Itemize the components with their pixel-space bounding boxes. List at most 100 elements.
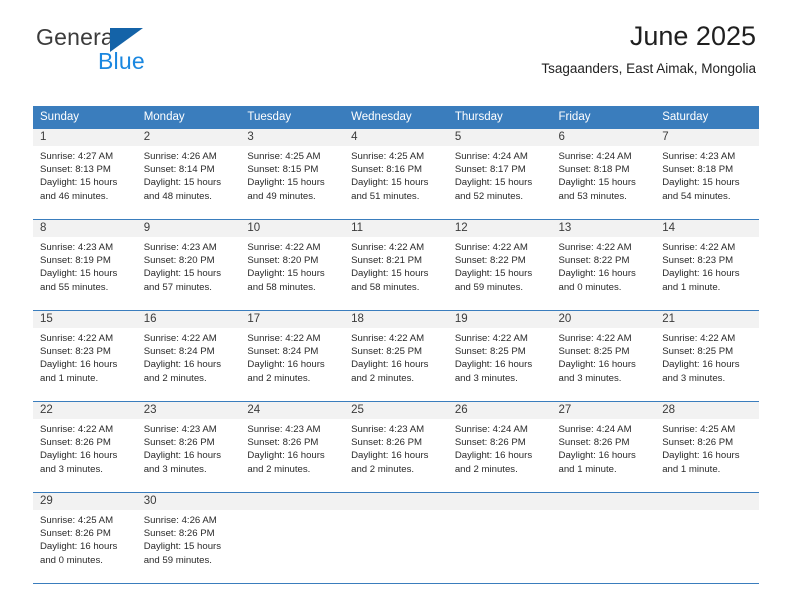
calendar-day-cell[interactable]: 20 Sunrise: 4:22 AM Sunset: 8:25 PM Dayl… — [551, 310, 656, 402]
daylight-text-line1: Daylight: 16 hours — [40, 359, 118, 371]
sunrise-text: Sunrise: 4:24 AM — [558, 151, 632, 162]
day-details: Sunrise: 4:22 AM Sunset: 8:24 PM Dayligh… — [240, 328, 344, 385]
sunrise-text: Sunrise: 4:22 AM — [454, 333, 528, 344]
calendar-day-cell[interactable]: 3 Sunrise: 4:25 AM Sunset: 8:15 PM Dayli… — [240, 128, 345, 220]
calendar-day-cell[interactable]: 14 Sunrise: 4:22 AM Sunset: 8:23 PM Dayl… — [655, 219, 759, 311]
day-number: 5 — [447, 129, 552, 146]
calendar-day-cell[interactable]: 26 Sunrise: 4:24 AM Sunset: 8:26 PM Dayl… — [447, 401, 552, 493]
calendar-day-cell[interactable]: 9 Sunrise: 4:23 AM Sunset: 8:20 PM Dayli… — [136, 219, 241, 311]
sunrise-text: Sunrise: 4:26 AM — [143, 515, 217, 526]
calendar-day-cell[interactable]: 2 Sunrise: 4:26 AM Sunset: 8:14 PM Dayli… — [136, 128, 241, 220]
calendar-day-cell[interactable]: 11 Sunrise: 4:22 AM Sunset: 8:21 PM Dayl… — [344, 219, 448, 311]
day-details: Sunrise: 4:22 AM Sunset: 8:22 PM Dayligh… — [448, 237, 552, 294]
sunset-text: Sunset: 8:24 PM — [247, 346, 319, 358]
daylight-text-line2: and 3 minutes. — [662, 372, 726, 384]
calendar-day-cell[interactable]: 21 Sunrise: 4:22 AM Sunset: 8:25 PM Dayl… — [655, 310, 759, 402]
sunrise-text: Sunrise: 4:26 AM — [143, 151, 217, 162]
calendar-day-cell[interactable]: 8 Sunrise: 4:23 AM Sunset: 8:19 PM Dayli… — [33, 219, 137, 311]
sunrise-text: Sunrise: 4:22 AM — [351, 333, 425, 344]
sunset-text: Sunset: 8:14 PM — [143, 164, 215, 176]
weekday-header-sunday: Sunday — [33, 106, 137, 129]
sunrise-text: Sunrise: 4:25 AM — [40, 515, 114, 526]
calendar-day-cell[interactable]: 29 Sunrise: 4:25 AM Sunset: 8:26 PM Dayl… — [33, 492, 137, 584]
sunrise-text: Sunrise: 4:25 AM — [247, 151, 321, 162]
calendar-week-row: 8 Sunrise: 4:23 AM Sunset: 8:19 PM Dayli… — [33, 219, 759, 311]
sunrise-text: Sunrise: 4:24 AM — [454, 151, 528, 162]
calendar-day-cell[interactable]: 22 Sunrise: 4:22 AM Sunset: 8:26 PM Dayl… — [33, 401, 137, 493]
calendar-day-cell[interactable]: 5 Sunrise: 4:24 AM Sunset: 8:17 PM Dayli… — [447, 128, 552, 220]
calendar-day-cell[interactable]: 7 Sunrise: 4:23 AM Sunset: 8:18 PM Dayli… — [655, 128, 759, 220]
day-details: Sunrise: 4:24 AM Sunset: 8:18 PM Dayligh… — [552, 146, 656, 203]
daylight-text-line2: and 51 minutes. — [351, 190, 420, 202]
calendar-day-cell[interactable]: 17 Sunrise: 4:22 AM Sunset: 8:24 PM Dayl… — [240, 310, 345, 402]
weekday-header-row: Sunday Monday Tuesday Wednesday Thursday… — [33, 106, 759, 129]
sunset-text: Sunset: 8:21 PM — [351, 255, 423, 267]
calendar-day-cell[interactable]: 23 Sunrise: 4:23 AM Sunset: 8:26 PM Dayl… — [136, 401, 241, 493]
daylight-text-line1: Daylight: 16 hours — [40, 450, 118, 462]
sunset-text: Sunset: 8:25 PM — [351, 346, 423, 358]
daylight-text-line1: Daylight: 15 hours — [247, 268, 325, 280]
daylight-text-line1: Daylight: 15 hours — [454, 177, 533, 189]
sunset-text: Sunset: 8:24 PM — [143, 346, 215, 358]
sunrise-text: Sunrise: 4:22 AM — [558, 242, 632, 253]
calendar-day-cell[interactable]: 10 Sunrise: 4:22 AM Sunset: 8:20 PM Dayl… — [240, 219, 345, 311]
page-subtitle: Tsagaanders, East Aimak, Mongolia — [541, 60, 756, 76]
sunrise-text: Sunrise: 4:23 AM — [143, 242, 217, 253]
day-number: 9 — [136, 220, 241, 237]
daylight-text-line2: and 0 minutes. — [40, 554, 103, 566]
sunrise-text: Sunrise: 4:22 AM — [40, 333, 114, 344]
sunset-text: Sunset: 8:18 PM — [558, 164, 630, 176]
calendar-day-cell[interactable]: 19 Sunrise: 4:22 AM Sunset: 8:25 PM Dayl… — [447, 310, 552, 402]
day-details: Sunrise: 4:22 AM Sunset: 8:23 PM Dayligh… — [33, 328, 137, 385]
day-number: 28 — [655, 402, 759, 419]
calendar-day-cell[interactable]: 15 Sunrise: 4:22 AM Sunset: 8:23 PM Dayl… — [33, 310, 137, 402]
daylight-text-line2: and 2 minutes. — [247, 372, 311, 384]
sunset-text: Sunset: 8:26 PM — [558, 437, 630, 449]
calendar-day-cell[interactable]: 1 Sunrise: 4:27 AM Sunset: 8:13 PM Dayli… — [33, 128, 137, 220]
daylight-text-line2: and 46 minutes. — [40, 190, 109, 202]
calendar-week-row: 1 Sunrise: 4:27 AM Sunset: 8:13 PM Dayli… — [33, 128, 759, 220]
day-number: 10 — [240, 220, 345, 237]
day-number: 14 — [655, 220, 759, 237]
day-number — [240, 493, 345, 510]
day-details: Sunrise: 4:24 AM Sunset: 8:26 PM Dayligh… — [552, 419, 656, 476]
sunrise-text: Sunrise: 4:25 AM — [351, 151, 425, 162]
day-number: 25 — [344, 402, 448, 419]
sunset-text: Sunset: 8:26 PM — [351, 437, 423, 449]
calendar-day-cell[interactable]: 4 Sunrise: 4:25 AM Sunset: 8:16 PM Dayli… — [344, 128, 448, 220]
day-number — [447, 493, 552, 510]
day-details: Sunrise: 4:22 AM Sunset: 8:23 PM Dayligh… — [655, 237, 759, 294]
sunrise-text: Sunrise: 4:22 AM — [662, 333, 736, 344]
weekday-header-thursday: Thursday — [447, 106, 552, 129]
calendar-day-cell[interactable]: 24 Sunrise: 4:23 AM Sunset: 8:26 PM Dayl… — [240, 401, 345, 493]
calendar-day-cell[interactable]: 16 Sunrise: 4:22 AM Sunset: 8:24 PM Dayl… — [136, 310, 241, 402]
sunset-text: Sunset: 8:23 PM — [40, 346, 111, 358]
calendar-day-cell-empty — [447, 492, 552, 584]
sunset-text: Sunset: 8:22 PM — [558, 255, 630, 267]
calendar-day-cell[interactable]: 28 Sunrise: 4:25 AM Sunset: 8:26 PM Dayl… — [655, 401, 759, 493]
sunrise-text: Sunrise: 4:22 AM — [558, 333, 632, 344]
day-details: Sunrise: 4:23 AM Sunset: 8:26 PM Dayligh… — [240, 419, 344, 476]
calendar-day-cell[interactable]: 6 Sunrise: 4:24 AM Sunset: 8:18 PM Dayli… — [551, 128, 656, 220]
day-details: Sunrise: 4:22 AM Sunset: 8:24 PM Dayligh… — [137, 328, 241, 385]
daylight-text-line1: Daylight: 15 hours — [143, 268, 222, 280]
daylight-text-line1: Daylight: 15 hours — [351, 268, 429, 280]
daylight-text-line1: Daylight: 15 hours — [143, 177, 222, 189]
daylight-text-line2: and 0 minutes. — [558, 281, 622, 293]
calendar-day-cell[interactable]: 13 Sunrise: 4:22 AM Sunset: 8:22 PM Dayl… — [551, 219, 656, 311]
day-number: 7 — [655, 129, 759, 146]
calendar-day-cell-empty — [551, 492, 656, 584]
daylight-text-line2: and 1 minute. — [558, 463, 617, 475]
calendar-day-cell[interactable]: 12 Sunrise: 4:22 AM Sunset: 8:22 PM Dayl… — [447, 219, 552, 311]
day-details: Sunrise: 4:24 AM Sunset: 8:26 PM Dayligh… — [448, 419, 552, 476]
calendar-day-cell[interactable]: 27 Sunrise: 4:24 AM Sunset: 8:26 PM Dayl… — [551, 401, 656, 493]
sunset-text: Sunset: 8:19 PM — [40, 255, 111, 267]
sunset-text: Sunset: 8:26 PM — [143, 437, 215, 449]
calendar-day-cell[interactable]: 18 Sunrise: 4:22 AM Sunset: 8:25 PM Dayl… — [344, 310, 448, 402]
calendar-day-cell[interactable]: 30 Sunrise: 4:26 AM Sunset: 8:26 PM Dayl… — [136, 492, 241, 584]
day-number: 22 — [33, 402, 137, 419]
daylight-text-line2: and 57 minutes. — [143, 281, 212, 293]
sunset-text: Sunset: 8:20 PM — [143, 255, 215, 267]
day-number: 26 — [447, 402, 552, 419]
calendar-day-cell[interactable]: 25 Sunrise: 4:23 AM Sunset: 8:26 PM Dayl… — [344, 401, 448, 493]
